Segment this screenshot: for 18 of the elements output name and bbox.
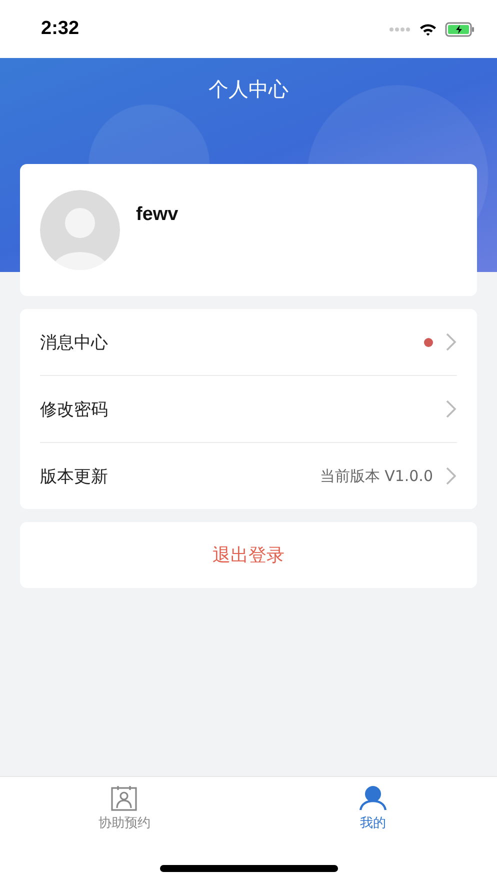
page-title: 个人中心 <box>208 76 288 103</box>
version-text: 当前版本 V1.0.0 <box>320 466 433 486</box>
chevron-icon <box>445 399 457 419</box>
chevron-icon <box>445 466 457 486</box>
menu-item[interactable]: 版本更新 当前版本 V1.0.0 <box>40 443 457 509</box>
menu-item[interactable]: 修改密码 <box>40 376 457 443</box>
user-name: fewv <box>136 204 178 226</box>
chevron-icon <box>445 332 457 352</box>
tab-item[interactable]: 我的 <box>248 777 497 883</box>
tab-item[interactable]: 协助预约 <box>0 777 248 883</box>
person-icon <box>358 785 387 811</box>
menu-item[interactable]: 消息中心 <box>40 309 457 376</box>
wifi-icon <box>419 22 437 36</box>
avatar-icon <box>40 190 120 270</box>
signal-icon <box>389 26 411 32</box>
calendar-person-icon <box>111 785 138 811</box>
status-time: 2:32 <box>41 18 80 40</box>
battery-icon <box>445 22 475 36</box>
